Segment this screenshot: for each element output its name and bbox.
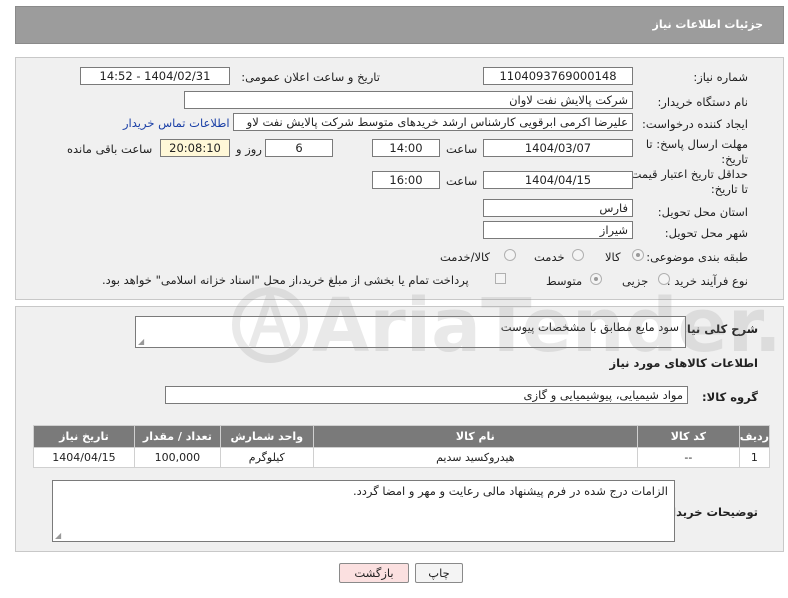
deadline-time-field: 14:00 (372, 139, 440, 157)
buyer-label: نام دستگاه خریدار: (657, 95, 748, 109)
category-label: طبقه بندی موضوعی: (646, 250, 748, 264)
contact-buyer-link[interactable]: اطلاعات تماس خریدار (123, 116, 230, 130)
goods-group-label: گروه کالا: (702, 390, 758, 404)
goods-table: ردیف کد کالا نام کالا واحد شمارش تعداد /… (33, 425, 771, 468)
deadline-label: مهلت ارسال پاسخ: تا تاریخ: (645, 137, 748, 166)
treasury-checkbox[interactable] (495, 273, 506, 284)
days-field: 6 (265, 139, 333, 157)
page-header: جزئیات اطلاعات نیاز (15, 6, 784, 44)
category-radio-goods-service[interactable] (504, 249, 516, 261)
price-valid-time-field: 16:00 (372, 171, 440, 189)
resize-grip-icon[interactable]: ◢ (138, 337, 144, 346)
need-number-label: شماره نیاز: (693, 70, 748, 84)
announce-field: 1404/02/31 - 14:52 (80, 67, 230, 85)
announce-label: تاریخ و ساعت اعلان عمومی: (241, 70, 380, 84)
col-unit: واحد شمارش (219, 425, 314, 448)
table-row: 1 -- هیدروکسید سدیم کیلوگرم 100,000 1404… (33, 447, 771, 468)
buyer-field: شرکت پالایش نفت لاوان (184, 91, 633, 109)
col-code: کد کالا (637, 425, 740, 448)
col-row: ردیف (738, 425, 771, 448)
resize-grip-icon[interactable]: ◢ (55, 531, 61, 540)
category-radio-goods[interactable] (632, 249, 644, 261)
page-title: جزئیات اطلاعات نیاز (652, 18, 764, 31)
deadline-time-label: ساعت (446, 142, 478, 156)
goods-section-title: اطلاعات کالاهای مورد نیاز (609, 356, 758, 370)
remaining-label: ساعت باقی مانده (67, 142, 153, 156)
cell-unit: کیلوگرم (219, 447, 314, 468)
days-label: روز و (236, 142, 262, 156)
price-valid-time-label: ساعت (446, 174, 478, 188)
buyer-notes-value: الزامات درج شده در فرم پیشنهاد مالی رعای… (353, 484, 668, 498)
process-radio-medium[interactable] (590, 273, 602, 285)
cell-code: -- (637, 447, 740, 468)
cell-date: 1404/04/15 (33, 447, 135, 468)
deadline-date-field: 1404/03/07 (483, 139, 633, 157)
col-date: تاریخ نیاز (33, 425, 135, 448)
goods-table-header: ردیف کد کالا نام کالا واحد شمارش تعداد /… (33, 425, 771, 448)
city-field: شیراز (483, 221, 633, 239)
back-button[interactable]: بازگشت (339, 563, 409, 583)
payment-note: پرداخت تمام یا بخشی از مبلغ خرید،از محل … (102, 273, 469, 287)
province-label: استان محل تحویل: (657, 205, 748, 219)
description-field: سود مایع مطابق با مشخصات پیوست ◢ (135, 316, 686, 348)
price-valid-label: حداقل تاریخ اعتبار قیمت: تا تاریخ: (626, 167, 748, 196)
process-option-medium: متوسط (546, 274, 583, 288)
description-label: شرح کلی نیاز: (675, 322, 758, 336)
price-valid-date-field: 1404/04/15 (483, 171, 633, 189)
category-option-goods: کالا (605, 250, 621, 264)
goods-group-field: مواد شیمیایی، پیوشیمیایی و گازی (165, 386, 688, 404)
buyer-notes-field: الزامات درج شده در فرم پیشنهاد مالی رعای… (52, 480, 675, 542)
process-option-minor: جزیی (622, 274, 649, 288)
cell-qty: 100,000 (133, 447, 221, 468)
cell-row: 1 (738, 447, 771, 468)
creator-field: علیرضا اکرمی ابرقویی کارشناس ارشد خریدها… (233, 113, 633, 131)
print-button[interactable]: چاپ (415, 563, 463, 583)
col-name: نام کالا (312, 425, 639, 448)
category-option-service: خدمت (534, 250, 565, 264)
city-label: شهر محل تحویل: (664, 226, 748, 240)
need-number-field: 1104093769000148 (483, 67, 633, 85)
category-radio-service[interactable] (572, 249, 584, 261)
description-value: سود مایع مطابق با مشخصات پیوست (500, 320, 679, 334)
process-label: نوع فرآیند خرید : (666, 274, 748, 288)
cell-name: هیدروکسید سدیم (312, 447, 639, 468)
province-field: فارس (483, 199, 633, 217)
buyer-notes-label: توضیحات خریدار: (660, 505, 758, 519)
remaining-time-field: 20:08:10 (160, 139, 230, 157)
category-option-goods-service: کالا/خدمت (440, 250, 491, 264)
col-qty: تعداد / مقدار (133, 425, 221, 448)
process-radio-minor[interactable] (658, 273, 670, 285)
creator-label: ایجاد کننده درخواست: (642, 117, 748, 131)
